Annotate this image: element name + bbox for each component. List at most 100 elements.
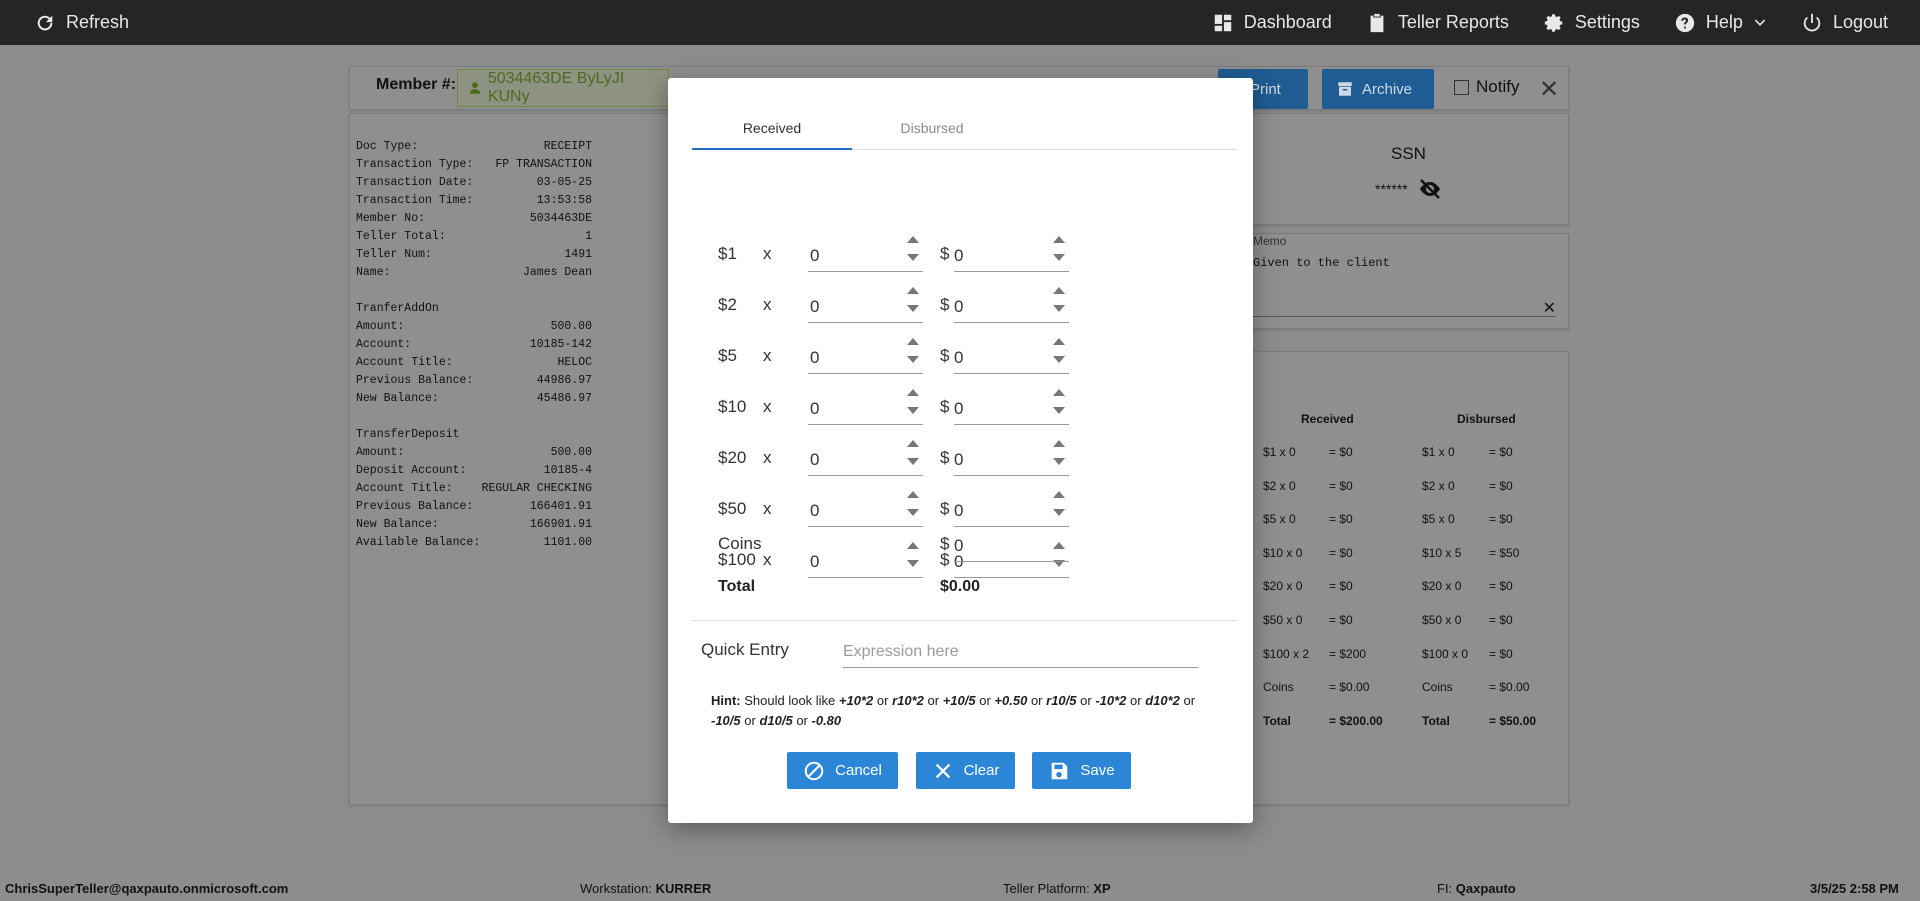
spin-up-icon[interactable]: [1053, 440, 1065, 447]
dashboard-icon: [1214, 14, 1231, 31]
spinner-arrows[interactable]: [907, 285, 921, 319]
settings-button[interactable]: Settings: [1543, 12, 1640, 34]
archive-label: Archive: [1362, 80, 1413, 98]
summary-disbursed-item: $1 x 0: [1422, 445, 1455, 459]
notify-checkbox[interactable]: Notify: [1454, 77, 1519, 97]
hint-example: -10/5: [711, 713, 741, 728]
spinner-arrows[interactable]: [1053, 489, 1067, 523]
ban-icon: [804, 761, 824, 780]
summary-received-item: $10 x 0: [1263, 545, 1303, 560]
spin-down-icon[interactable]: [907, 356, 919, 363]
spin-up-icon[interactable]: [907, 236, 919, 243]
spinner-arrows[interactable]: [907, 336, 921, 370]
spin-down-icon[interactable]: [1053, 356, 1065, 363]
summary-row: $10 x 0 = $0 $10 x 5 = $50: [1263, 546, 1563, 560]
quantity-value: 0: [810, 399, 820, 418]
refresh-button[interactable]: Refresh: [34, 12, 129, 34]
spin-up-icon[interactable]: [907, 389, 919, 396]
times-sign: x: [763, 397, 772, 416]
save-button[interactable]: Save: [1032, 752, 1131, 789]
amount-value: 0: [954, 450, 964, 469]
eye-slash-icon[interactable]: [1418, 177, 1442, 201]
spin-up-icon[interactable]: [1053, 236, 1065, 243]
spin-up-icon[interactable]: [907, 338, 919, 345]
archive-button[interactable]: Archive: [1322, 69, 1434, 109]
spinner-arrows[interactable]: [907, 387, 921, 421]
quantity-stepper[interactable]: 0: [808, 287, 923, 323]
spin-down-icon[interactable]: [1053, 509, 1065, 516]
receipt-value: 1: [585, 230, 592, 243]
amount-stepper[interactable]: 0: [954, 389, 1069, 425]
quantity-stepper[interactable]: 0: [808, 389, 923, 425]
receipt-key: Amount:: [356, 446, 405, 459]
memo-card: Memo Given to the client ✕: [1240, 233, 1569, 329]
spin-up-icon[interactable]: [1053, 389, 1065, 396]
amount-stepper[interactable]: 0: [954, 236, 1069, 272]
cash-count-dialog: Received Disbursed $1 x 0 $0 $2 x 0 $0 $5 x 0 $0 $10…: [668, 78, 1253, 823]
summary-row: Total = $200.00 Total = $50.00: [1263, 714, 1563, 728]
spin-down-icon[interactable]: [1053, 254, 1065, 261]
spinner-arrows[interactable]: [907, 438, 921, 472]
spin-up-icon[interactable]: [907, 440, 919, 447]
receipt-row: Previous Balance: 44986.97: [356, 372, 592, 390]
receipt-value: 166401.91: [529, 500, 592, 513]
clear-icon[interactable]: ✕: [1543, 298, 1556, 318]
spinner-arrows[interactable]: [1053, 234, 1067, 268]
receipt-key: Teller Num:: [356, 248, 432, 261]
spin-down-icon[interactable]: [907, 254, 919, 261]
spin-down-icon[interactable]: [1053, 305, 1065, 312]
spin-down-icon[interactable]: [907, 407, 919, 414]
amount-stepper[interactable]: 0: [954, 287, 1069, 323]
clear-button[interactable]: Clear: [916, 752, 1015, 789]
memo-text[interactable]: Given to the client: [1253, 256, 1390, 270]
member-chip[interactable]: 5034463DE ByLyJI KUNy: [457, 69, 669, 107]
teller-reports-button[interactable]: Teller Reports: [1366, 12, 1509, 34]
summary-disbursed-head: Disbursed: [1457, 412, 1516, 426]
quantity-stepper[interactable]: 0: [808, 236, 923, 272]
workstation-value: KURRER: [655, 881, 712, 896]
summary-received-item: Coins: [1263, 680, 1294, 695]
logout-button[interactable]: Logout: [1801, 12, 1888, 34]
spin-down-icon[interactable]: [1053, 407, 1065, 414]
spin-down-icon[interactable]: [907, 509, 919, 516]
tab-received[interactable]: Received: [692, 106, 852, 150]
summary-disbursed-value: = $0: [1489, 646, 1513, 661]
spinner-arrows[interactable]: [1053, 387, 1067, 421]
dashboard-button[interactable]: Dashboard: [1212, 12, 1332, 34]
receipt-value: 10185-4: [543, 464, 592, 477]
amount-stepper[interactable]: 0: [954, 491, 1069, 527]
coins-amount-input[interactable]: 0: [954, 530, 1069, 562]
quantity-stepper[interactable]: 0: [808, 338, 923, 374]
help-button[interactable]: Help: [1674, 12, 1767, 34]
summary-disbursed-item: Total: [1422, 713, 1450, 728]
checkbox-box[interactable]: [1454, 79, 1469, 95]
spinner-arrows[interactable]: [1053, 438, 1067, 472]
spinner-arrows[interactable]: [907, 489, 921, 523]
spin-up-icon[interactable]: [907, 491, 919, 498]
cancel-button[interactable]: Cancel: [787, 752, 898, 789]
spin-down-icon[interactable]: [907, 458, 919, 465]
spin-up-icon[interactable]: [1053, 287, 1065, 294]
receipt-row: Account: 10185-142: [356, 336, 592, 354]
spin-down-icon[interactable]: [907, 305, 919, 312]
question-circle-icon: [1675, 13, 1695, 32]
spinner-arrows[interactable]: [1053, 336, 1067, 370]
close-icon[interactable]: ✕: [1539, 75, 1559, 104]
spin-up-icon[interactable]: [907, 287, 919, 294]
amount-stepper[interactable]: 0: [954, 338, 1069, 374]
summary-received-item: $100 x 2: [1263, 646, 1310, 661]
spinner-arrows[interactable]: [907, 234, 921, 268]
spin-up-icon[interactable]: [1053, 338, 1065, 345]
summary-row: $1 x 0 = $0 $1 x 0 = $0: [1263, 445, 1563, 459]
spinner-arrows[interactable]: [1053, 285, 1067, 319]
quantity-stepper[interactable]: 0: [808, 440, 923, 476]
amount-stepper[interactable]: 0: [954, 440, 1069, 476]
tab-disbursed[interactable]: Disbursed: [852, 106, 1012, 150]
quantity-stepper[interactable]: 0: [808, 491, 923, 527]
spin-down-icon[interactable]: [1053, 458, 1065, 465]
receipt-row: New Balance: 166901.91: [356, 516, 592, 534]
quick-entry-input[interactable]: [843, 636, 1198, 668]
fi-value: Qaxpauto: [1455, 881, 1516, 896]
receipt-row: Doc Type: RECEIPT: [356, 138, 592, 156]
spin-up-icon[interactable]: [1053, 491, 1065, 498]
